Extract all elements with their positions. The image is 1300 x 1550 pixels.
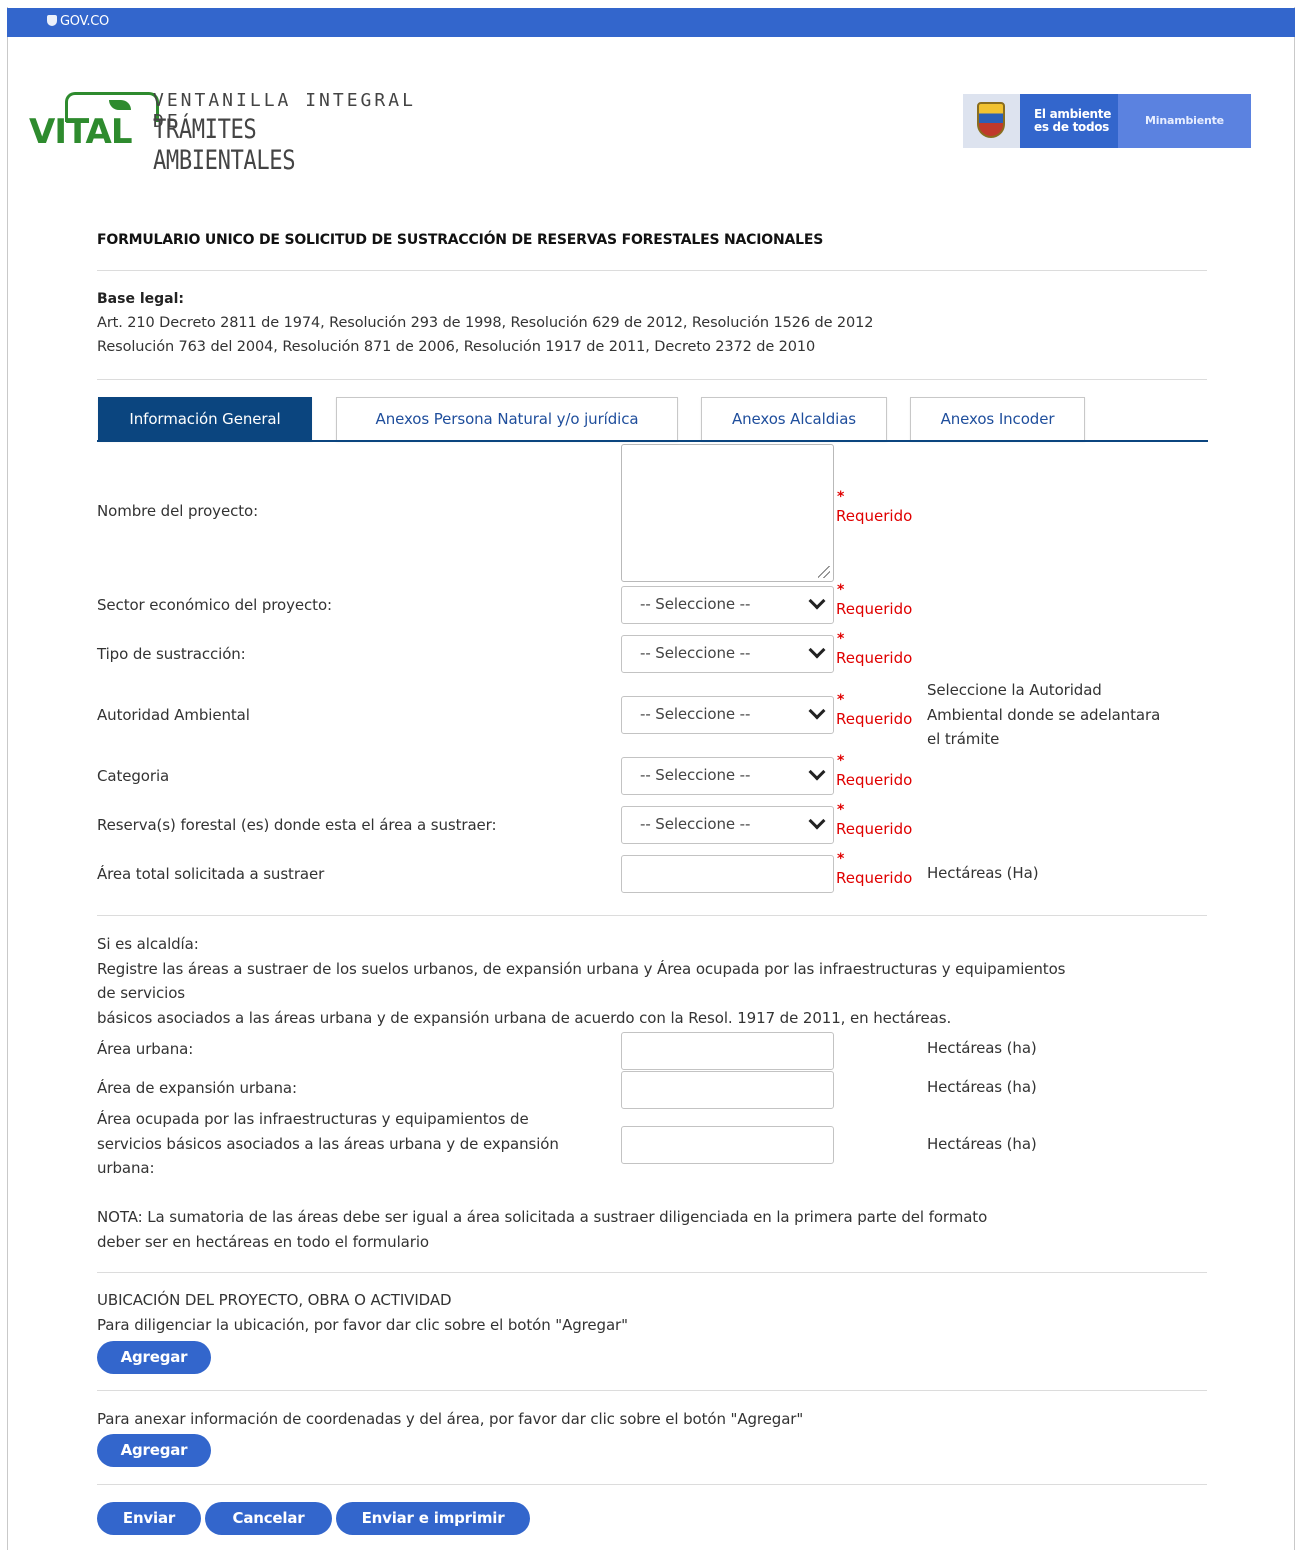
required-indicator: * Requerido (836, 802, 913, 838)
colombia-seal (963, 94, 1020, 148)
area-urbana-input[interactable] (621, 1032, 834, 1070)
area-infra-unit: Hectáreas (ha) (927, 1135, 1037, 1153)
gov-co-link[interactable]: GOV.CO (47, 14, 109, 29)
required-indicator: * Requerido (836, 851, 913, 887)
enviar-imprimir-button[interactable]: Enviar e imprimir (336, 1502, 530, 1535)
area-total-input[interactable] (621, 855, 834, 893)
divider (97, 379, 1207, 380)
ubicacion-hint: Para diligenciar la ubicación, por favor… (97, 1315, 628, 1334)
resize-grip-icon[interactable] (818, 566, 830, 578)
sector-select[interactable]: -- Seleccione -- (621, 586, 834, 624)
area-expansion-unit: Hectáreas (ha) (927, 1078, 1037, 1096)
reserva-select[interactable]: -- Seleccione -- (621, 806, 834, 844)
chevron-down-icon (808, 592, 826, 610)
ubicacion-title: UBICACIÓN DEL PROYECTO, OBRA O ACTIVIDAD (97, 1291, 452, 1309)
autoridad-help: Seleccione la Autoridad Ambiental donde … (927, 681, 1161, 748)
required-indicator: * Requerido (836, 631, 913, 667)
divider (97, 1484, 1207, 1485)
nota-text: NOTA: La sumatoria de las áreas debe ser… (97, 1208, 988, 1251)
coat-of-arms-icon (977, 102, 1005, 138)
agregar-ubicacion-button[interactable]: Agregar (97, 1341, 211, 1374)
required-indicator: * Requerido (836, 582, 913, 618)
required-indicator: * Requerido (836, 753, 913, 789)
agregar-coordenadas-button[interactable]: Agregar (97, 1434, 211, 1467)
nombre-proyecto-input[interactable] (621, 444, 834, 582)
area-urbana-label: Área urbana: (97, 1040, 194, 1058)
chevron-down-icon (808, 763, 826, 781)
chevron-down-icon (808, 812, 826, 830)
gov-top-bar: GOV.CO (7, 8, 1295, 37)
chevron-down-icon (808, 702, 826, 720)
gov-slogan: El ambiente es de todos (1020, 94, 1118, 148)
autoridad-label: Autoridad Ambiental (97, 706, 250, 724)
area-total-unit: Hectáreas (Ha) (927, 864, 1039, 882)
logo-word: VITAL (29, 112, 132, 152)
area-expansion-input[interactable] (621, 1071, 834, 1109)
area-infra-label: Área ocupada por las infraestructuras y … (97, 1110, 559, 1177)
categoria-select[interactable]: -- Seleccione -- (621, 757, 834, 795)
autoridad-select[interactable]: -- Seleccione -- (621, 696, 834, 734)
gov-shield-icon (47, 15, 57, 26)
logo-line2: TRÁMITES AMBIENTALES (153, 114, 296, 176)
tipo-sustraccion-select[interactable]: -- Seleccione -- (621, 635, 834, 673)
base-legal-line: Art. 210 Decreto 2811 de 1974, Resolució… (97, 315, 874, 331)
base-legal-title: Base legal: (97, 291, 184, 307)
tab-underline (97, 440, 1208, 442)
divider (97, 915, 1207, 916)
base-legal-line: Resolución 763 del 2004, Resolución 871 … (97, 339, 816, 355)
tab-informacion-general[interactable]: Información General (98, 397, 312, 441)
tipo-label: Tipo de sustracción: (97, 645, 246, 663)
area-expansion-label: Área de expansión urbana: (97, 1079, 297, 1097)
required-indicator: * Requerido (836, 489, 913, 525)
reserva-label: Reserva(s) forestal (es) donde esta el á… (97, 816, 497, 834)
vital-logo[interactable]: VITAL VENTANILLA INTEGRAL DE TRÁMITES AM… (29, 88, 449, 176)
ministry-name: Minambiente (1118, 94, 1251, 148)
tab-anexos-incoder[interactable]: Anexos Incoder (910, 397, 1085, 441)
enviar-button[interactable]: Enviar (97, 1502, 201, 1535)
divider (97, 1390, 1207, 1391)
chevron-down-icon (808, 641, 826, 659)
alcaldia-intro: Si es alcaldía: Registre las áreas a sus… (97, 935, 1066, 1027)
tab-anexos-persona[interactable]: Anexos Persona Natural y/o jurídica (336, 397, 678, 441)
area-total-label: Área total solicitada a sustraer (97, 865, 325, 883)
divider (97, 270, 1207, 271)
sector-label: Sector económico del proyecto: (97, 596, 332, 614)
categoria-label: Categoria (97, 767, 170, 785)
coordenadas-hint: Para anexar información de coordenadas y… (97, 1410, 804, 1428)
cancelar-button[interactable]: Cancelar (205, 1502, 332, 1535)
tab-anexos-alcaldias[interactable]: Anexos Alcaldias (701, 397, 887, 441)
form-title: FORMULARIO UNICO DE SOLICITUD DE SUSTRAC… (97, 232, 824, 248)
ubicacion-section: UBICACIÓN DEL PROYECTO, OBRA O ACTIVIDAD… (97, 1288, 628, 1337)
divider (97, 1272, 1207, 1273)
nombre-label: Nombre del proyecto: (97, 502, 259, 520)
area-urbana-unit: Hectáreas (ha) (927, 1039, 1037, 1057)
required-indicator: * Requerido (836, 692, 913, 728)
area-infra-input[interactable] (621, 1126, 834, 1164)
minambiente-logo[interactable]: El ambiente es de todos Minambiente (963, 94, 1251, 148)
